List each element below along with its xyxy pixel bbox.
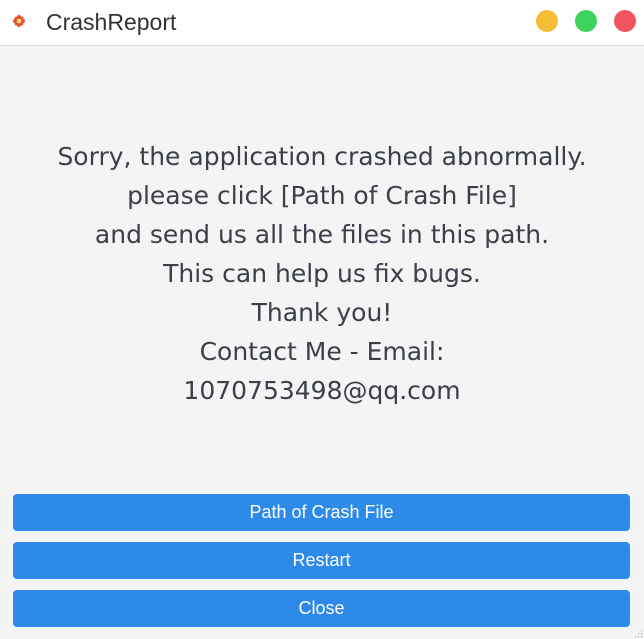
- restart-button[interactable]: Restart: [13, 542, 630, 579]
- message-line: Thank you!: [251, 298, 393, 327]
- contact-email: 1070753498@qq.com: [183, 376, 461, 405]
- close-window-button[interactable]: [614, 10, 636, 32]
- message-line: Sorry, the application crashed abnormall…: [57, 142, 587, 171]
- message-line: please click [Path of Crash File]: [127, 181, 517, 210]
- resize-grip-icon[interactable]: [633, 628, 643, 638]
- message-line: and send us all the files in this path.: [94, 220, 550, 249]
- close-button[interactable]: Close: [13, 590, 630, 627]
- message-line: This can help us fix bugs.: [163, 259, 481, 288]
- minimize-button[interactable]: [536, 10, 558, 32]
- path-of-crash-file-button[interactable]: Path of Crash File: [13, 494, 630, 531]
- crash-message: Sorry, the application crashed abnormall…: [0, 137, 644, 410]
- window-title: CrashReport: [46, 9, 177, 35]
- app-flower-icon: [13, 15, 25, 27]
- message-line: Contact Me - Email:: [199, 337, 445, 366]
- maximize-button[interactable]: [575, 10, 597, 32]
- title-bar[interactable]: CrashReport: [0, 0, 644, 46]
- crash-report-window: CrashReport Sorry, the application crash…: [0, 0, 644, 639]
